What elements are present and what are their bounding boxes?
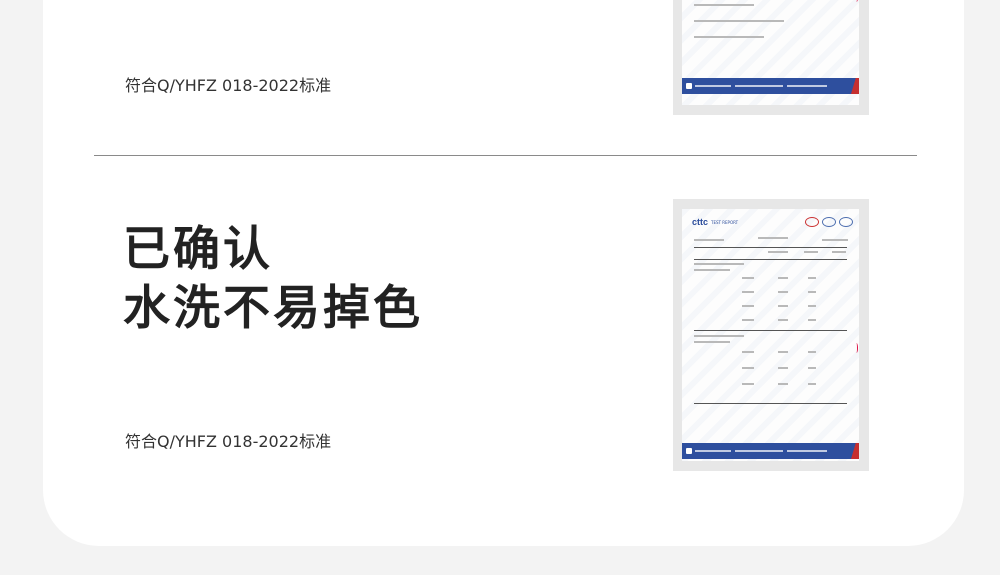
certification-stamps bbox=[805, 217, 853, 227]
report-header: cttc TEST REPORT bbox=[692, 215, 738, 229]
report-footer bbox=[682, 78, 859, 94]
stamp-icon bbox=[805, 217, 819, 227]
test-report-image: cttc TEST REPORT bbox=[673, 199, 869, 471]
standard-note-bottom: 符合Q/YHFZ 018-2022标准 bbox=[125, 432, 332, 451]
section-divider bbox=[94, 155, 917, 156]
standard-note-top: 符合Q/YHFZ 018-2022标准 bbox=[125, 76, 332, 95]
headline-line-2: 水洗不易掉色 bbox=[123, 281, 423, 336]
stamp-icon bbox=[839, 217, 853, 227]
report-footer bbox=[682, 443, 859, 459]
headline-line-1: 已确认 bbox=[123, 222, 273, 277]
report-logo-subtitle: TEST REPORT bbox=[711, 219, 739, 225]
report-logo: cttc bbox=[692, 217, 709, 227]
headline: 已确认 水洗不易掉色 bbox=[123, 220, 423, 338]
report-sheet bbox=[682, 0, 859, 105]
test-report-image-top bbox=[673, 0, 869, 115]
report-sheet: cttc TEST REPORT bbox=[682, 209, 859, 461]
stamp-icon bbox=[822, 217, 836, 227]
